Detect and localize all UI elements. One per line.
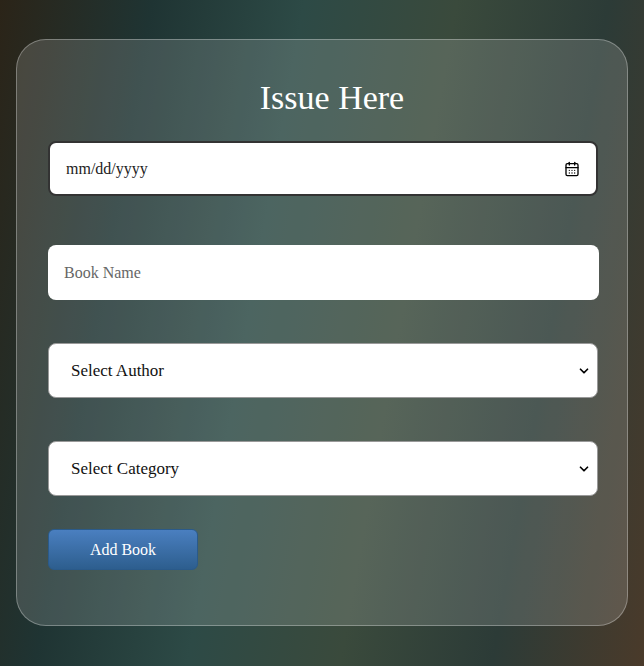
category-select[interactable]: Select Category bbox=[48, 441, 598, 496]
category-select-value: Select Category bbox=[71, 456, 179, 482]
author-select[interactable]: Select Author bbox=[48, 343, 598, 398]
date-input[interactable]: mm/dd/yyyy bbox=[48, 141, 598, 196]
book-name-input[interactable] bbox=[48, 245, 599, 300]
chevron-down-icon bbox=[577, 462, 591, 476]
add-book-button[interactable]: Add Book bbox=[48, 529, 198, 570]
chevron-down-icon bbox=[577, 364, 591, 378]
date-placeholder: mm/dd/yyyy bbox=[66, 157, 148, 181]
author-select-value: Select Author bbox=[71, 358, 164, 384]
calendar-icon[interactable] bbox=[564, 161, 580, 177]
page: Issue Here mm/dd/yyyy Select Author Select … bbox=[0, 0, 644, 666]
issue-card: Issue Here mm/dd/yyyy Select Author Select … bbox=[16, 39, 628, 626]
card-title: Issue Here bbox=[48, 76, 596, 120]
